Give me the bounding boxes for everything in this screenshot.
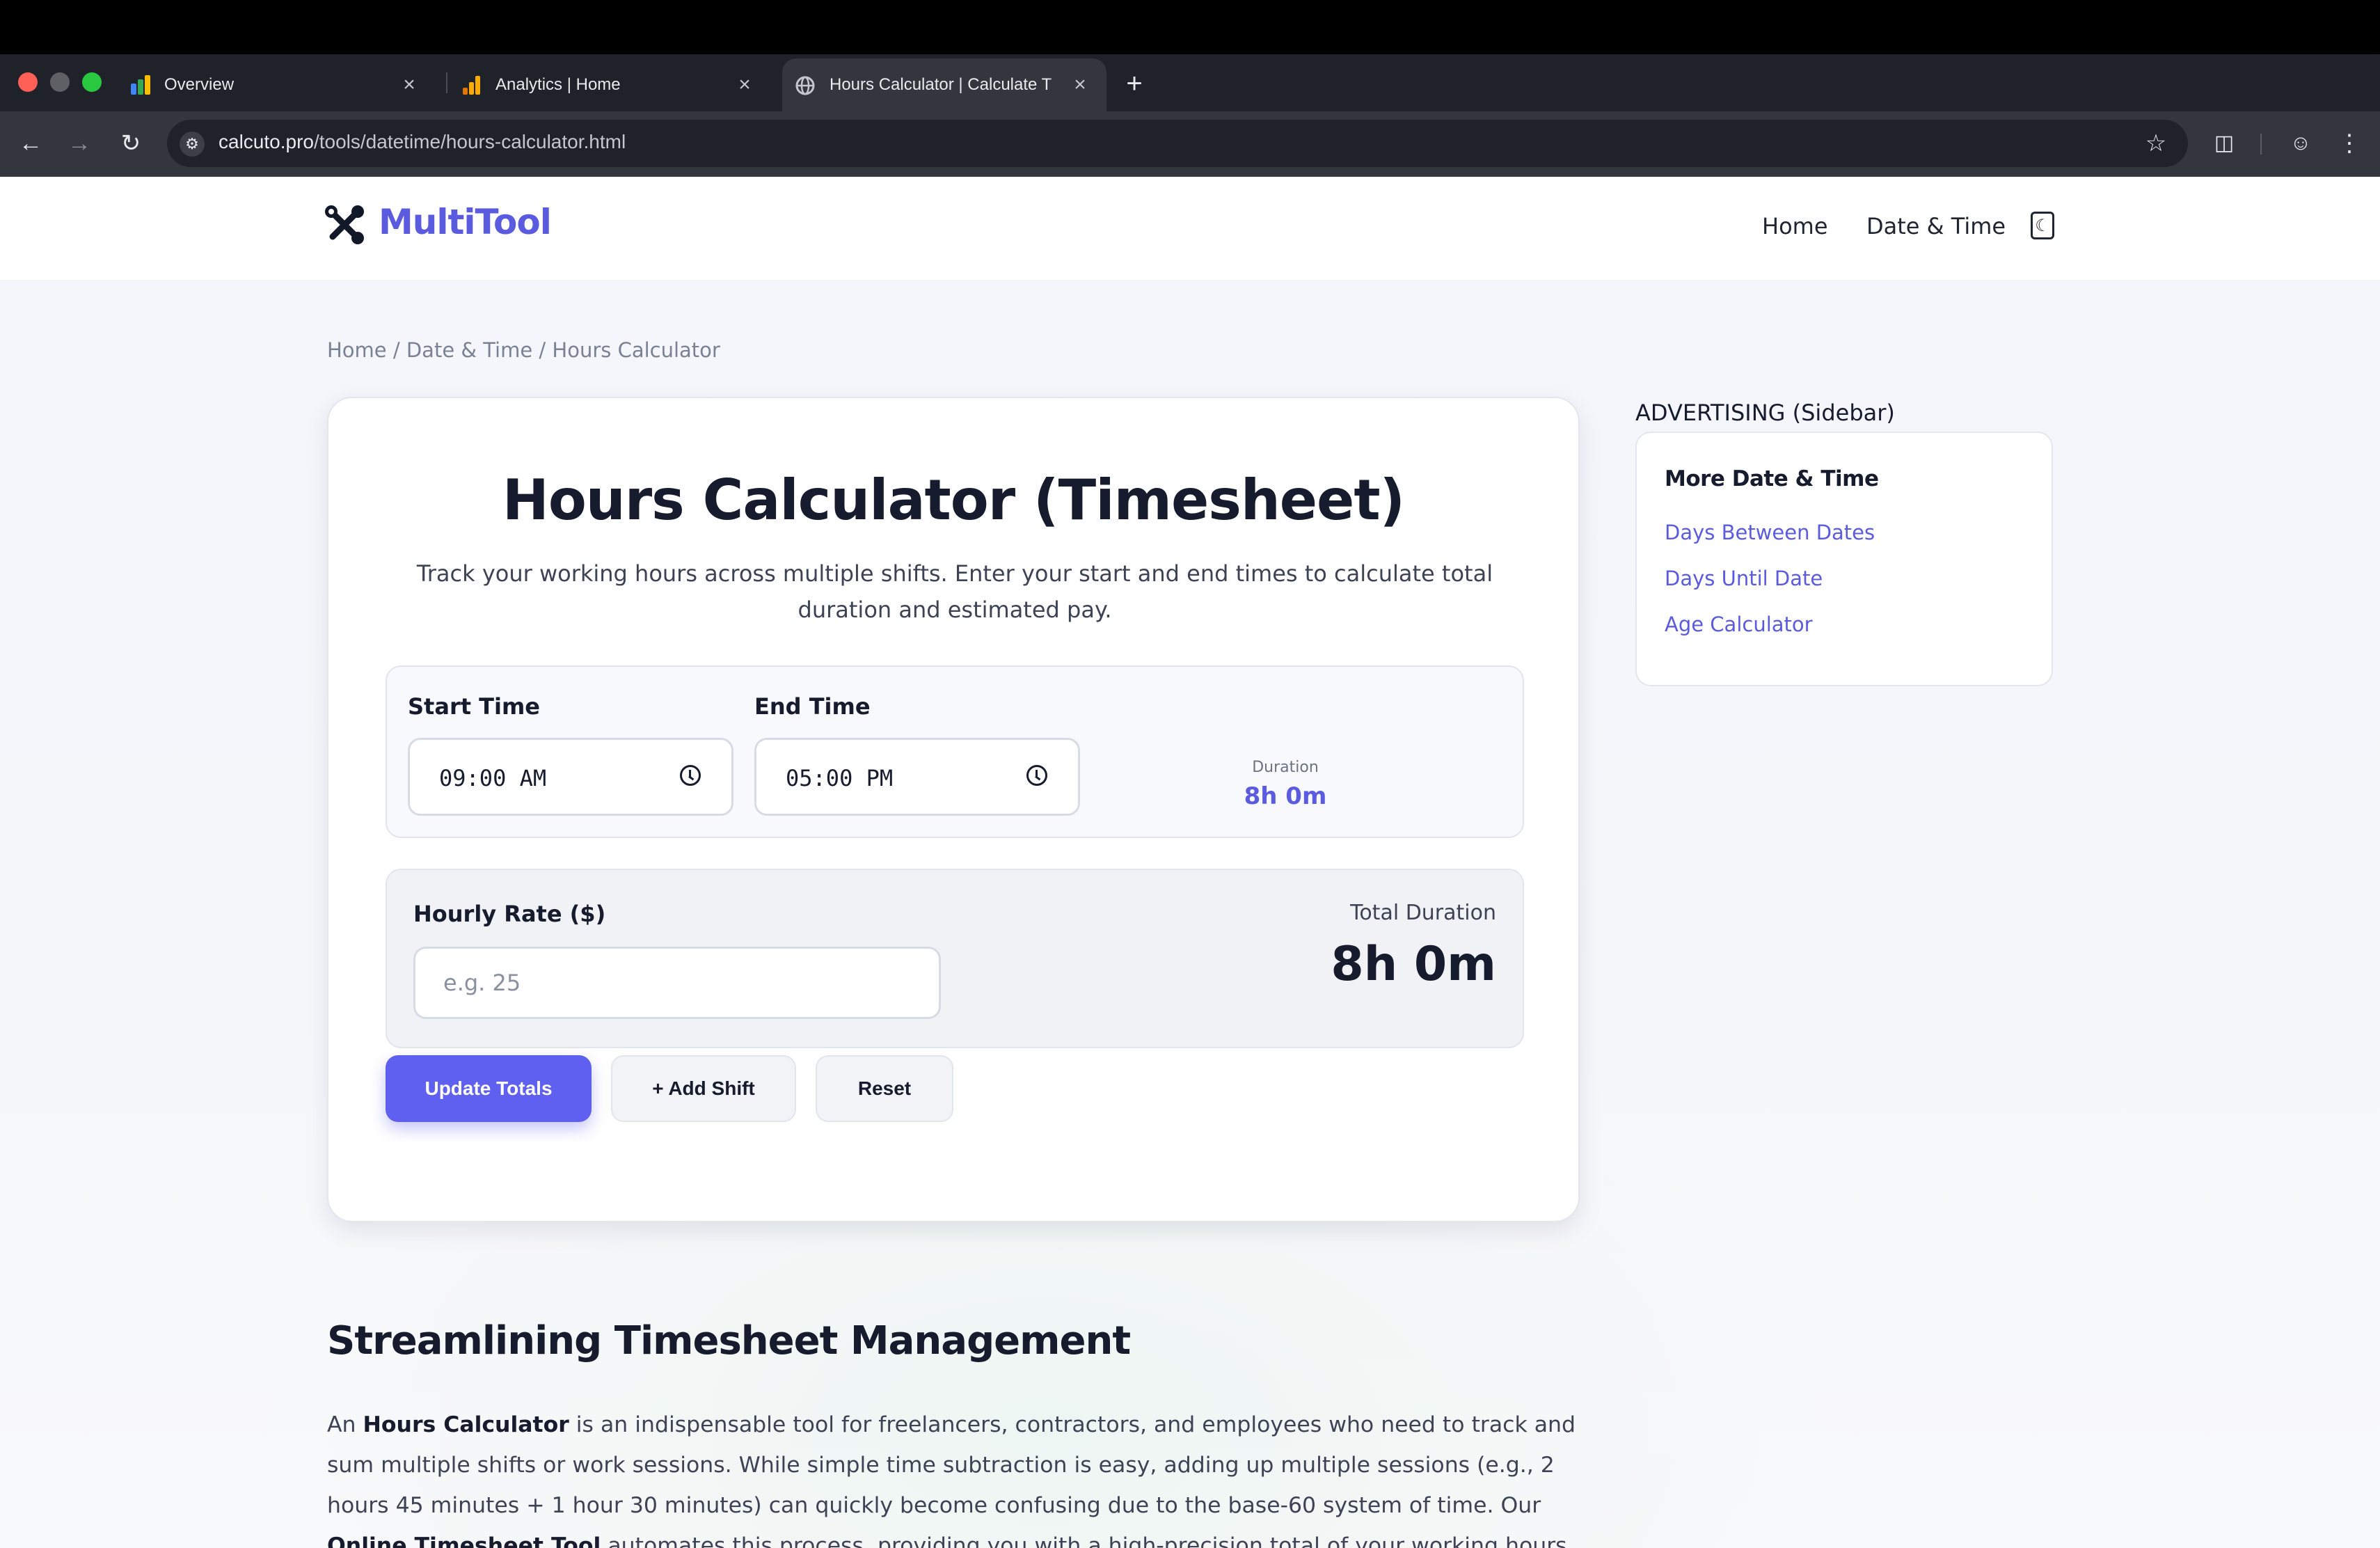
calculator-card: Hours Calculator (Timesheet) Track your … (327, 397, 1580, 1222)
clock-icon[interactable] (1026, 765, 1047, 786)
url-host: calcuto.pro (219, 131, 314, 152)
start-time-value: 09:00 AM (439, 765, 547, 791)
globe-icon (795, 74, 817, 96)
total-duration-label: Total Duration (1350, 901, 1496, 925)
bar-chart-favicon-icon (461, 74, 483, 96)
shift-duration-label: Duration (1252, 759, 1319, 776)
tab-analytics[interactable]: Analytics | Home × (461, 58, 771, 111)
nav-home-link[interactable]: Home (1762, 213, 1828, 239)
article-paragraph: An Hours Calculator is an indispensable … (327, 1405, 1580, 1548)
shift-duration-value: 8h 0m (1244, 782, 1327, 810)
page-title: Hours Calculator (Timesheet) (502, 468, 1405, 532)
tab-title: Analytics | Home (495, 75, 621, 94)
tab-title: Overview (164, 75, 235, 94)
site-settings-icon[interactable]: ⚙ (180, 132, 205, 157)
minimize-window-button[interactable] (50, 72, 70, 92)
end-time-label: End Time (754, 693, 871, 720)
tab-title: Hours Calculator | Calculate T (830, 75, 1052, 94)
related-tools-card: More Date & Time Days Between Dates Days… (1635, 432, 2053, 686)
tools-logo-icon[interactable] (324, 205, 365, 245)
start-time-input[interactable]: 09:00 AM (408, 738, 733, 816)
site-logo[interactable]: MultiTool (379, 202, 552, 242)
total-duration-value: 8h 0m (1331, 937, 1496, 992)
tab-separator (446, 72, 447, 93)
clock-icon[interactable] (680, 765, 701, 786)
close-tab-icon[interactable]: × (398, 72, 420, 97)
nav-date-time-link[interactable]: Date & Time (1866, 213, 2006, 239)
menu-kebab-icon[interactable]: ⋮ (2334, 128, 2365, 159)
hourly-rate-input[interactable] (413, 947, 941, 1019)
shift-row: Start Time End Time 09:00 AM 05:00 PM Du… (386, 665, 1524, 838)
toolbar-divider (2260, 134, 2262, 155)
dark-mode-toggle-icon[interactable]: ☾ (2031, 212, 2054, 239)
window-top-bar (0, 0, 2380, 54)
tab-hours-calculator[interactable]: Hours Calculator | Calculate T × (782, 58, 1106, 111)
link-days-between-dates[interactable]: Days Between Dates (1665, 521, 1875, 544)
related-tools-title: More Date & Time (1665, 466, 1879, 491)
calculator-description: Track your working hours across multiple… (416, 560, 1493, 623)
url-text[interactable]: calcuto.pro/tools/datetime/hours-calcula… (219, 131, 626, 153)
forward-icon[interactable]: → (64, 128, 95, 159)
bookmark-star-icon[interactable]: ☆ (2141, 128, 2171, 159)
para-bold-term: Online Timesheet Tool (327, 1533, 601, 1548)
advertising-label: ADVERTISING (Sidebar) (1635, 400, 1895, 426)
start-time-label: Start Time (408, 693, 540, 720)
close-window-button[interactable] (18, 72, 38, 92)
tab-overview[interactable]: Overview × (129, 58, 436, 111)
link-days-until-date[interactable]: Days Until Date (1665, 567, 1823, 590)
new-tab-button[interactable]: + (1118, 67, 1151, 100)
end-time-value: 05:00 PM (786, 765, 894, 791)
totals-panel: Hourly Rate ($) Total Duration 8h 0m (386, 869, 1524, 1048)
cast-icon[interactable]: ◫ (2209, 128, 2239, 159)
update-totals-button[interactable]: Update Totals (386, 1055, 592, 1122)
hourly-rate-label: Hourly Rate ($) (413, 901, 606, 927)
link-age-calculator[interactable]: Age Calculator (1665, 613, 1813, 636)
close-tab-icon[interactable]: × (1069, 72, 1091, 97)
page-content: MultiTool Home Date & Time ☾ Home / Date… (0, 177, 2380, 1548)
para-bold-term: Hours Calculator (363, 1412, 569, 1437)
url-path: /tools/datetime/hours-calculator.html (313, 131, 626, 152)
close-tab-icon[interactable]: × (733, 72, 756, 97)
maximize-window-button[interactable] (82, 72, 102, 92)
reset-button[interactable]: Reset (816, 1055, 953, 1122)
para-text: An (327, 1412, 363, 1437)
article-heading: Streamlining Timesheet Management (327, 1318, 1131, 1364)
add-shift-button[interactable]: + Add Shift (611, 1055, 796, 1122)
end-time-input[interactable]: 05:00 PM (754, 738, 1080, 816)
profile-icon[interactable]: ☺ (2285, 128, 2316, 159)
back-icon[interactable]: ← (15, 128, 46, 159)
reload-icon[interactable]: ↻ (116, 128, 146, 159)
analytics-favicon-icon (129, 74, 152, 96)
site-header: MultiTool Home Date & Time ☾ (0, 177, 2380, 280)
breadcrumb[interactable]: Home / Date & Time / Hours Calculator (327, 338, 720, 362)
